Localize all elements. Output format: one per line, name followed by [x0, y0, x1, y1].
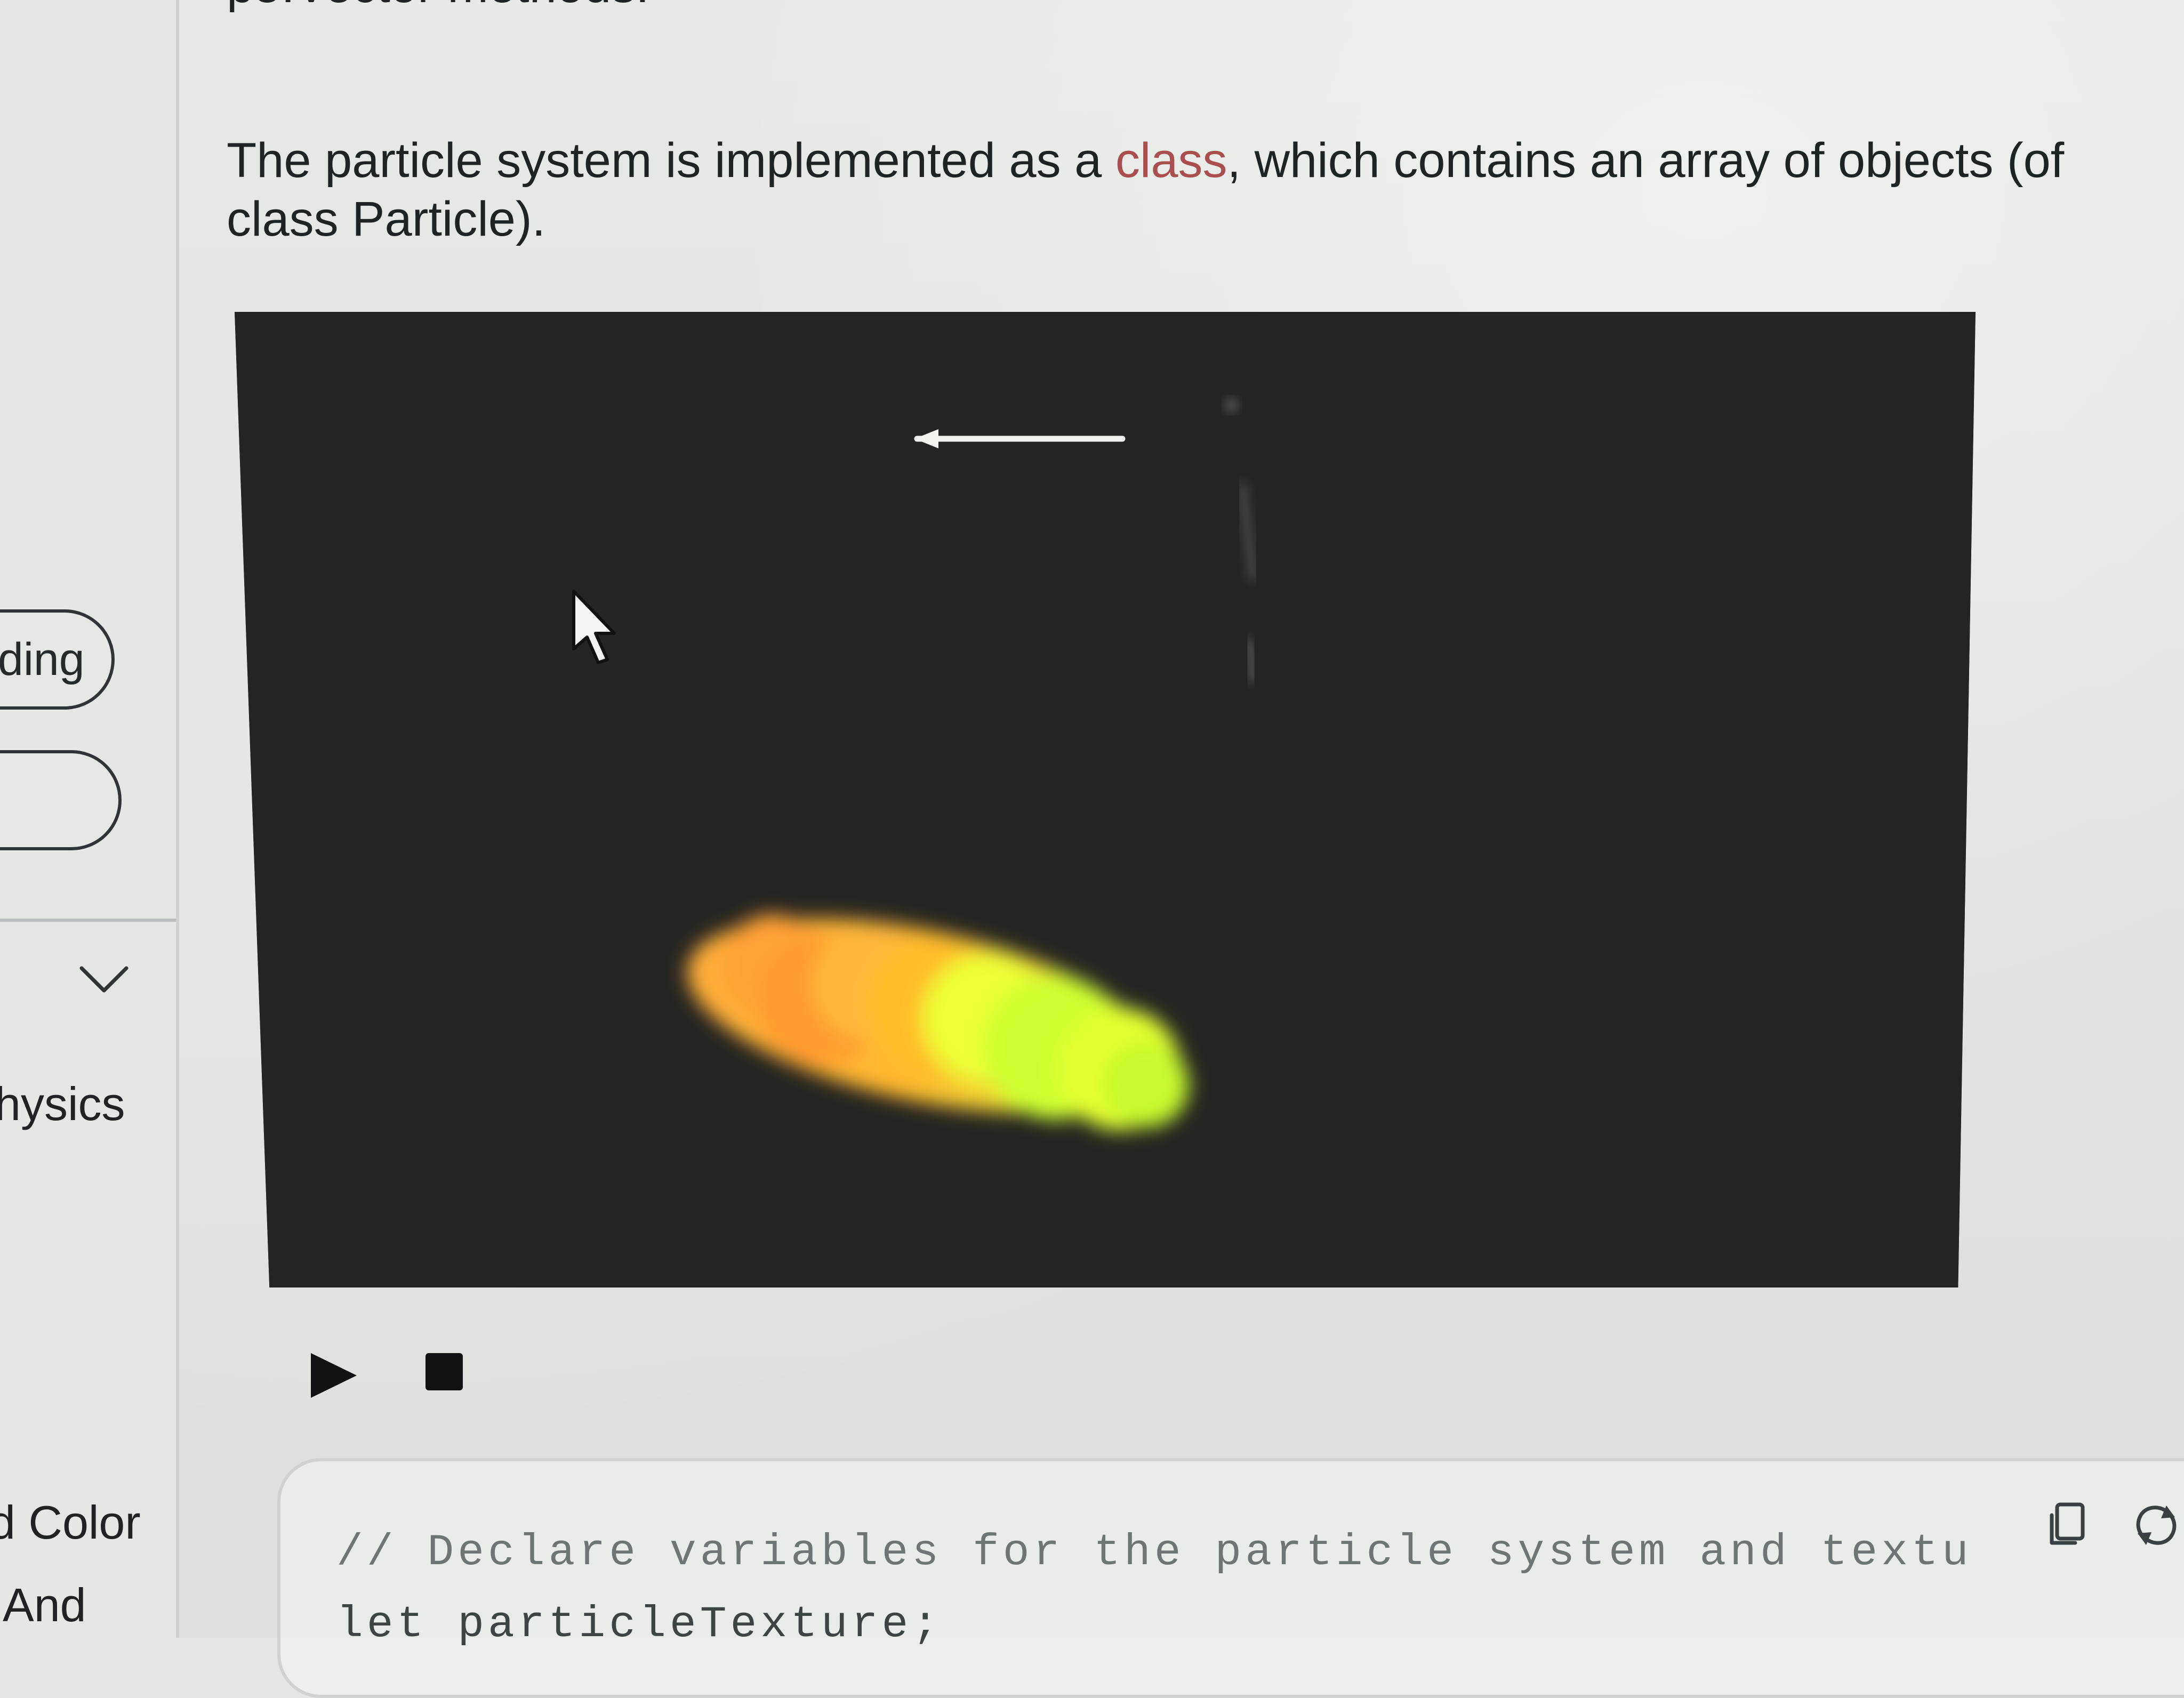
sidebar-item-physics[interactable]: hysics	[0, 1077, 125, 1131]
paragraph-text: p5.Vector methods.	[227, 0, 649, 13]
class-link[interactable]: class	[1115, 133, 1227, 188]
refresh-button[interactable]	[2127, 1496, 2184, 1555]
sidebar-item-color[interactable]: d Color	[0, 1495, 141, 1550]
copy-button[interactable]	[2039, 1496, 2098, 1555]
sidebar-pill-active[interactable]: ding	[0, 609, 115, 710]
sidebar-pill-label: ding	[0, 633, 85, 685]
paragraph-vector-methods: p5.Vector methods.	[227, 0, 2040, 15]
paragraph-text-start: The particle system is implemented as a	[227, 133, 1115, 188]
stop-button[interactable]	[416, 1343, 475, 1402]
sidebar: ding hysics d Color And	[0, 0, 179, 1638]
playback-controls	[301, 1343, 515, 1413]
refresh-icon	[2136, 1506, 2177, 1545]
copy-icon	[2050, 1502, 2085, 1545]
play-icon	[311, 1353, 357, 1398]
code-editor-panel[interactable]: // Declare variables for the particle sy…	[277, 1458, 2184, 1698]
sidebar-pill-empty[interactable]	[0, 750, 122, 850]
paragraph-text-line-two: class Particle).	[227, 192, 546, 246]
code-line-declaration[interactable]: let particleTexture;	[336, 1595, 942, 1654]
canvas-background	[235, 312, 1976, 1287]
play-button[interactable]	[301, 1343, 365, 1407]
stop-icon	[425, 1353, 463, 1390]
sidebar-divider	[0, 919, 176, 922]
particle-canvas[interactable]	[235, 312, 1976, 1287]
paragraph-particle-system: The particle system is implemented as a …	[227, 131, 2064, 248]
particle-canvas-svg	[235, 312, 1976, 1287]
code-actions	[2039, 1496, 2178, 1555]
chevron-down-icon[interactable]	[77, 960, 131, 1002]
paragraph-text-end: , which contains an array of objects (of	[1227, 133, 2065, 188]
sidebar-item-and[interactable]: And	[3, 1578, 86, 1632]
mouse-cursor-icon	[572, 590, 616, 664]
code-line-comment[interactable]: // Declare variables for the particle sy…	[336, 1523, 1972, 1582]
main-content: p5.Vector methods. The particle system i…	[176, 0, 2184, 1698]
